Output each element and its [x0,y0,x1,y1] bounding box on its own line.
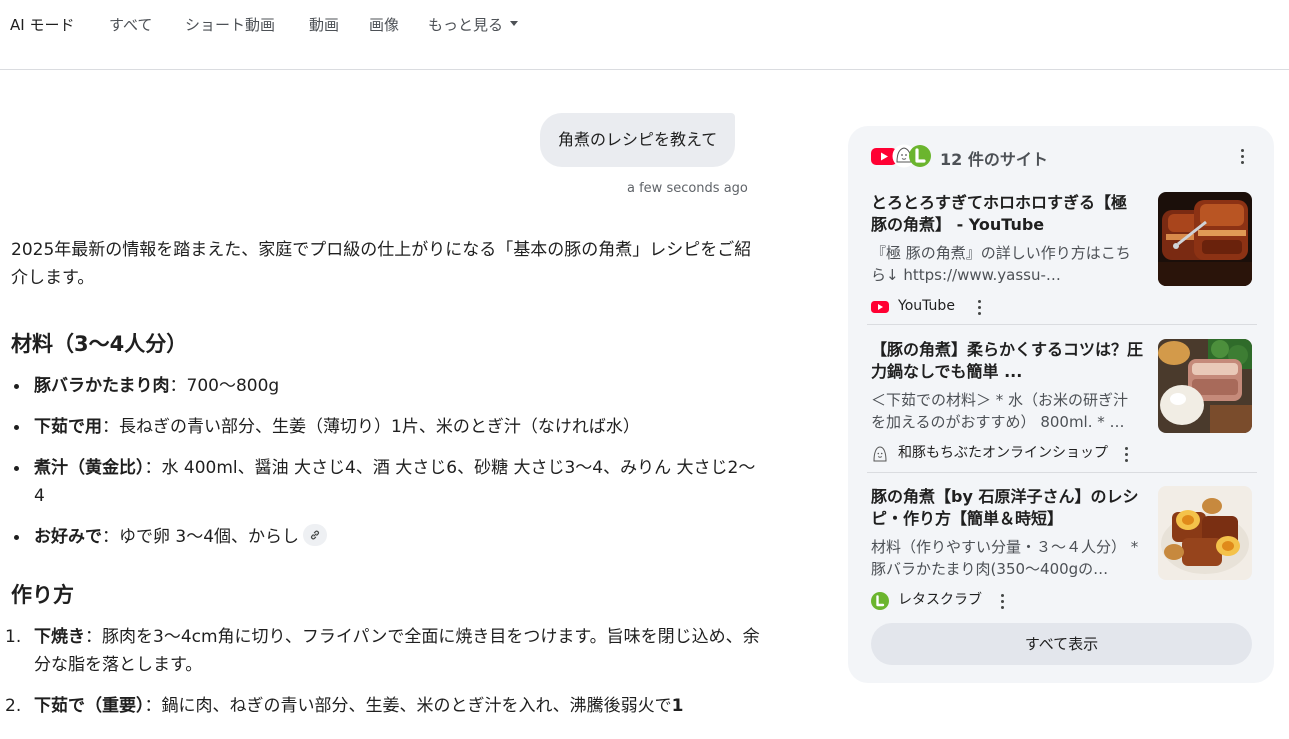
steps-heading: 作り方 [11,583,74,607]
source-card-mochibuta[interactable]: 【豚の角煮】柔らかくするコツは？圧力鍋なしでも簡単 ... ＜下茹での材料＞ *… [871,339,1254,462]
ingredient-label: お好みで [34,527,102,547]
divider [867,324,1257,325]
step-label: 下焼き [34,627,85,647]
tab-more-label: もっと見る [428,16,504,34]
source-card-snippet: 材料（作りやすい分量・３～４人分） * 豚バラかたまり肉(350〜400gの… [871,538,1139,578]
ingredient-text: ：ゆで卵 3〜4個、からし [102,527,300,547]
sources-count-title: 12 件のサイト [940,150,1048,169]
list-item: 豚バラかたまり肉：700〜800g [11,372,763,400]
ingredient-label: 豚バラかたまり肉 [34,376,170,396]
steps-list: 1. 下焼き：豚肉を3〜4cm角に切り、フライパンで全面に焼き目をつけます。旨味を… [5,623,763,720]
source-card-thumbnail[interactable] [1158,339,1252,433]
source-card-thumbnail[interactable] [1158,192,1252,286]
ingredient-label: 下茹で用 [34,417,102,437]
source-card-title[interactable]: とろとろすぎてホロホロすぎる【極 豚の角煮】 - YouTube [871,192,1143,236]
source-name: YouTube [898,298,955,314]
source-name: 和豚もちぶたオンラインショップ [898,445,1108,461]
source-card-snippet: 『極 豚の角煮』の詳しい作り方はこちら↓ https://www.yassu-… [871,244,1131,284]
list-item: 煮汁（黄金比）：水 400ml、醤油 大さじ4、酒 大さじ6、砂糖 大さじ3〜4… [11,454,763,510]
source-card-title[interactable]: 豚の角煮【by 石原洋子さん】のレシピ・作り方【簡単＆時短】 [871,486,1143,530]
more-options-icon[interactable] [977,300,981,316]
tab-more[interactable]: もっと見る [428,14,519,35]
step-text-tail: 1 [671,696,684,716]
step-text: ：鍋に肉、ねぎの青い部分、生姜、米のとぎ汁を入れ、沸騰後弱火で [144,696,672,716]
step-number: 1. [5,627,22,647]
divider [867,472,1257,473]
ingredients-list: 豚バラかたまり肉：700〜800g 下茹で用：長ねぎの青い部分、生姜（薄切り）1… [11,372,763,551]
source-card-lettuceclub[interactable]: 豚の角煮【by 石原洋子さん】のレシピ・作り方【簡単＆時短】 材料（作りやすい分… [871,486,1254,610]
youtube-icon [871,301,889,313]
ingredient-text: ：長ねぎの青い部分、生姜（薄切り）1片、米のとぎ汁（なければ水） [102,417,640,437]
source-link-chip[interactable] [303,524,328,546]
list-item: 1. 下焼き：豚肉を3〜4cm角に切り、フライパンで全面に焼き目をつけます。旨味を… [5,623,763,679]
link-icon [311,530,320,540]
sources-panel: 12 件のサイト とろとろすぎてホロホロすぎる【極 豚の角煮】 - YouTub… [848,126,1274,683]
braised-pork-thumbnail [1158,486,1252,580]
more-options-icon[interactable] [1240,149,1244,165]
lettuceclub-icon [909,145,931,167]
source-card-thumbnail[interactable] [1158,486,1252,580]
tab-all[interactable]: すべて [109,14,152,35]
answer-intro: 2025年最新の情報を踏まえた、家庭でプロ級の仕上がりになる「基本の豚の角煮」レ… [11,240,752,288]
step-text: ：豚肉を3〜4cm角に切り、フライパンで全面に焼き目をつけます。旨味を閉じ込め、… [34,627,760,675]
list-item: 下茹で用：長ねぎの青い部分、生姜（薄切り）1片、米のとぎ汁（なければ水） [11,413,763,441]
ingredients-heading: 材料（3〜4人分） [11,332,188,356]
ingredient-text: ：700〜800g [169,376,280,396]
list-item: 2. 下茹で（重要）：鍋に肉、ねぎの青い部分、生姜、米のとぎ汁を入れ、沸騰後弱火で… [5,692,763,720]
search-mode-tabs: AI モード すべて ショート動画 動画 画像 もっと見る [0,0,1289,70]
more-options-icon[interactable] [1124,447,1128,463]
ai-answer: 2025年最新の情報を踏まえた、家庭でプロ級の仕上がりになる「基本の豚の角煮」レ… [5,236,763,733]
chevron-down-icon [510,21,519,26]
braised-pork-thumbnail [1158,192,1252,286]
braised-pork-thumbnail [1158,339,1252,433]
mochibuta-icon [873,446,887,462]
tab-videos[interactable]: 動画 [309,14,339,35]
tab-images[interactable]: 画像 [369,14,399,35]
source-card-title[interactable]: 【豚の角煮】柔らかくするコツは？圧力鍋なしでも簡単 ... [871,339,1143,383]
source-name: レタスクラブ [898,592,982,608]
source-favicons [871,144,931,168]
tab-short-videos[interactable]: ショート動画 [185,14,275,35]
lettuceclub-icon [871,592,889,610]
ingredient-label: 煮汁（黄金比） [34,458,145,478]
list-item: お好みで：ゆで卵 3〜4個、からし [11,523,763,551]
source-card-snippet: ＜下茹での材料＞ * 水（お米の研ぎ汁を加えるのがおすすめ） 800ml. * … [871,391,1129,431]
user-query-bubble: 角煮のレシピを教えて [540,113,736,167]
more-options-icon[interactable] [1000,594,1004,610]
tab-ai-mode[interactable]: AI モード [10,14,74,35]
step-number: 2. [5,696,22,716]
show-all-button[interactable]: すべて表示 [871,623,1252,665]
source-card-youtube[interactable]: とろとろすぎてホロホロすぎる【極 豚の角煮】 - YouTube 『極 豚の角煮… [871,192,1254,315]
query-timestamp: a few seconds ago [627,181,748,196]
step-label: 下茹で（重要） [34,696,145,716]
